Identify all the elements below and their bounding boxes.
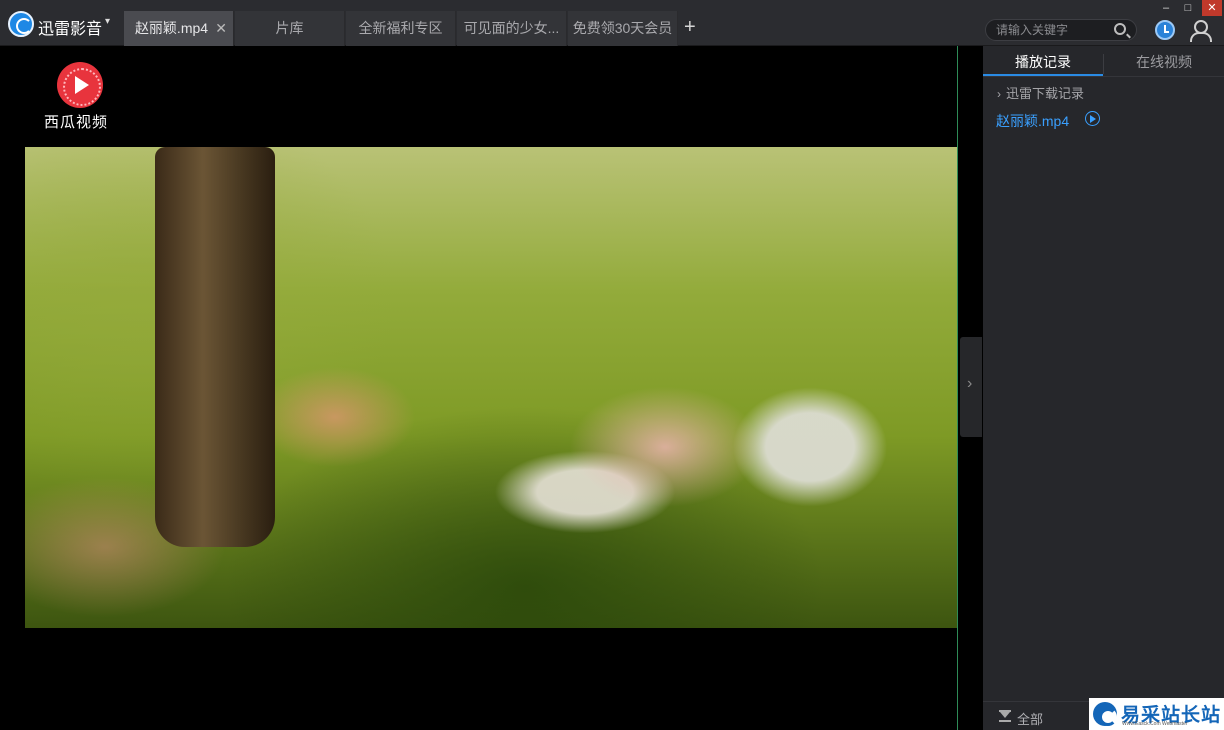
tab-label: 可见面的少女... [463,20,560,36]
search-input[interactable] [996,20,1112,40]
play-icon[interactable] [1085,111,1100,126]
app-name[interactable]: 迅雷影音 [38,15,102,39]
watermark-logo-icon [1093,702,1117,726]
chevron-right-icon: › [997,87,1001,101]
site-watermark: 易采站长站 Www.Easck.Com Webmaster [1089,698,1224,730]
playlist-sidebar: 播放记录 在线视频 › 迅雷下载记录 赵丽颖.mp4 全部 [983,46,1224,730]
app-menu-chevron-down-icon[interactable]: ▾ [105,16,110,27]
add-tab-button[interactable]: + [684,16,696,38]
chevron-right-icon: › [967,375,973,392]
channel-logo-text: 西瓜视频 [44,114,109,131]
maximize-button[interactable]: □ [1178,0,1198,16]
tab-online-video[interactable]: 在线视频 [1104,52,1224,76]
xunlei-logo-icon[interactable] [8,11,34,37]
minimize-button[interactable]: – [1156,0,1176,16]
user-icon[interactable] [1189,20,1212,42]
close-button[interactable]: ✕ [1202,0,1222,16]
tab-play-history[interactable]: 播放记录 [983,52,1103,76]
divider [983,76,1224,77]
history-clock-icon[interactable] [1155,20,1175,40]
xigua-video-logo-icon [57,62,103,108]
watermark-subtext: Www.Easck.Com Webmaster [1122,721,1188,727]
group-title-label: 迅雷下载记录 [1006,86,1085,101]
tab-library[interactable]: 片库 [235,11,345,46]
title-bar: 迅雷影音 ▾ 赵丽颖.mp4 ✕ 片库 全新福利专区 可见面的少女... 免费领… [0,0,1224,46]
tab-girl-video[interactable]: 可见面的少女... [457,11,567,46]
search-icon[interactable] [1114,23,1126,35]
filter-icon[interactable] [999,710,1011,722]
sidebar-collapse-button[interactable]: › [960,337,982,437]
download-history-group[interactable]: › 迅雷下载记录 [997,83,1084,102]
tab-label: 全新福利专区 [358,20,443,36]
video-frame[interactable] [25,147,957,628]
tab-label: 赵丽颖.mp4 [134,20,209,36]
tab-label: 免费领30天会员 [572,20,673,36]
tab-free-membership[interactable]: 免费领30天会员 [568,11,678,46]
filter-all-label[interactable]: 全部 [1017,709,1043,728]
tab-welfare-zone[interactable]: 全新福利专区 [346,11,456,46]
video-content-image [155,147,275,547]
tab-label: 片库 [275,20,304,36]
tab-current-video[interactable]: 赵丽颖.mp4 ✕ [124,11,234,46]
tab-close-icon[interactable]: ✕ [215,11,227,46]
playlist-item[interactable]: 赵丽颖.mp4 [996,111,1069,131]
search-box[interactable] [985,19,1137,41]
